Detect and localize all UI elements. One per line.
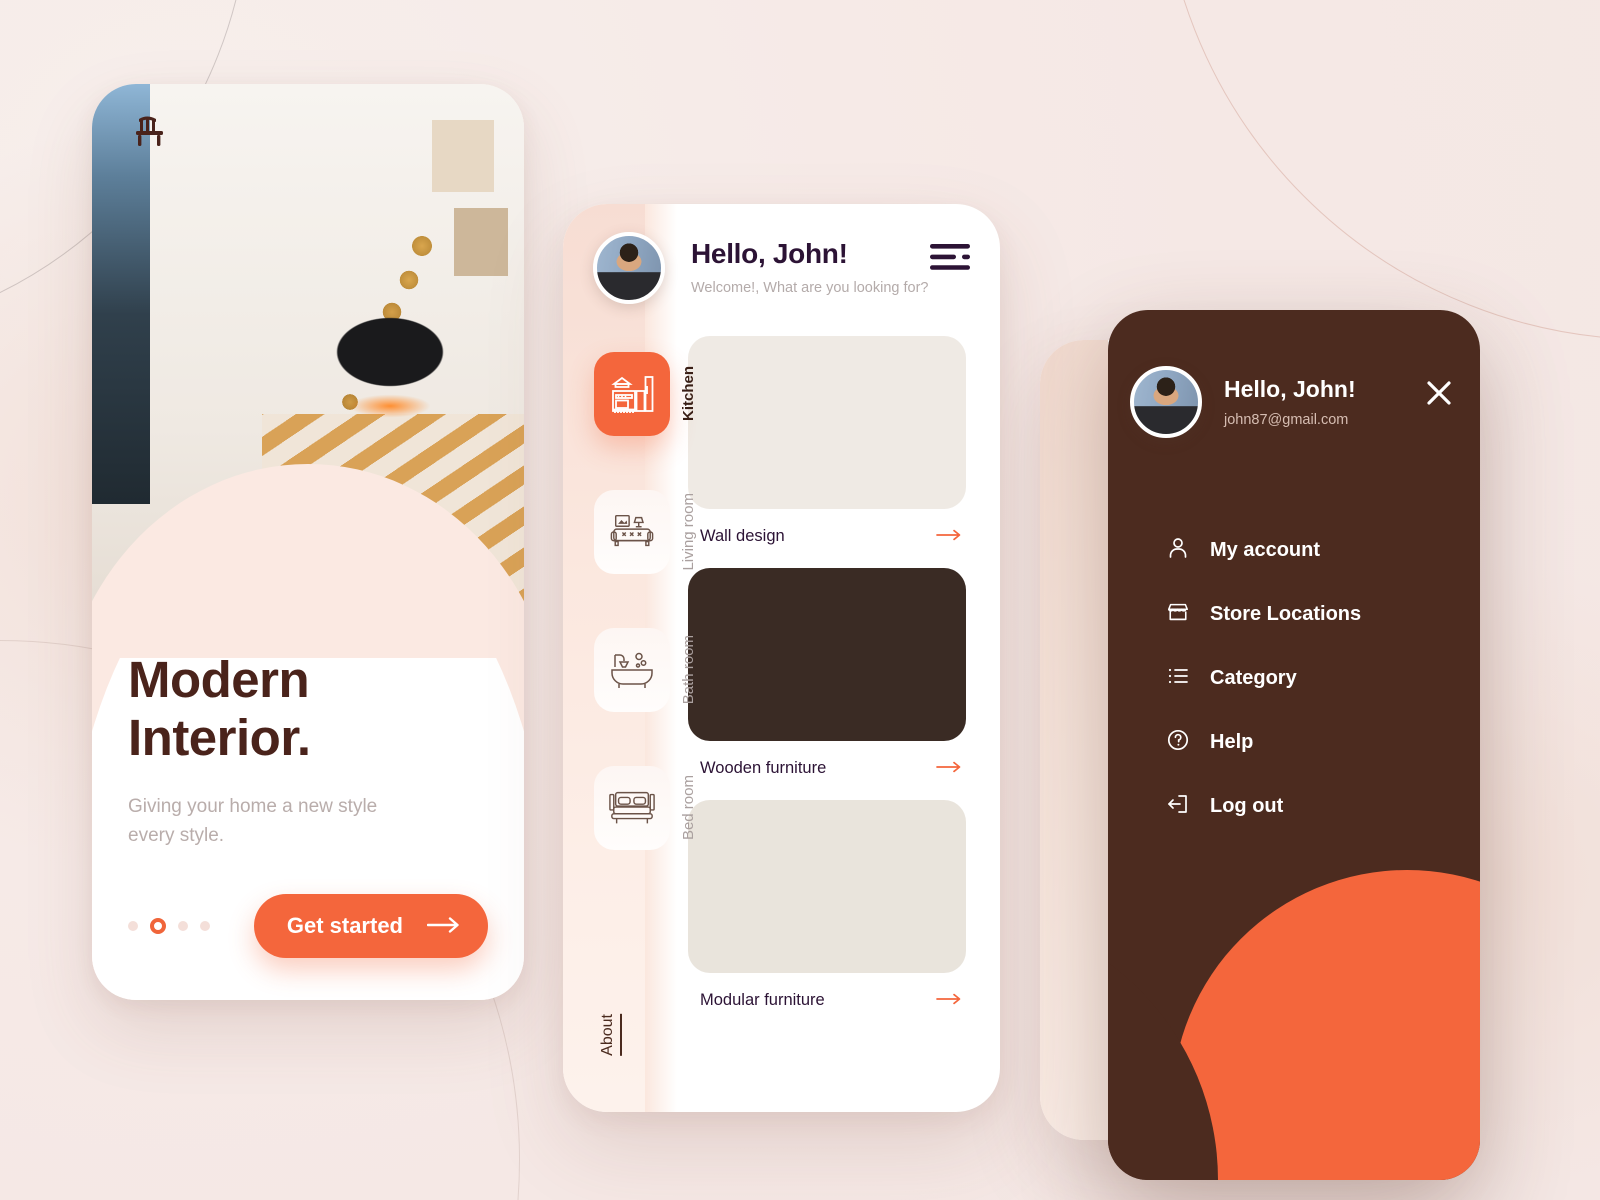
- onboarding-content: Modern Interior. Giving your home a new …: [92, 651, 524, 1000]
- arrow-right-icon[interactable]: [936, 528, 962, 546]
- close-icon[interactable]: [1426, 380, 1452, 411]
- avatar[interactable]: [593, 232, 665, 304]
- card-title: Modular furniture: [700, 991, 825, 1009]
- category-item-kitchen[interactable]: Kitchen: [563, 352, 697, 436]
- sofa-icon: [594, 490, 670, 574]
- drawer-user-name: Hello, John!: [1224, 376, 1356, 402]
- sidebar-item-label: Category: [1210, 667, 1297, 689]
- list-icon: [1166, 664, 1190, 693]
- category-label-living-room: Living room: [680, 493, 697, 571]
- drawer-orange-circle: [1172, 870, 1480, 1180]
- card-title: Wall design: [700, 527, 785, 545]
- kitchen-icon: [594, 352, 670, 436]
- onboarding-hero-image: [92, 84, 524, 658]
- drawer-nav-list: My account Store Locations Category Help…: [1108, 536, 1480, 821]
- get-started-label: Get started: [286, 913, 403, 938]
- sidebar-item-help[interactable]: Help: [1166, 728, 1480, 757]
- page-subtitle: Giving your home a new style every style…: [128, 796, 378, 846]
- phone-screen-home: Hello, John! Welcome!, What are you look…: [563, 204, 1000, 1112]
- category-item-living-room[interactable]: Living room: [563, 490, 697, 574]
- person-icon: [1166, 536, 1190, 565]
- question-circle-icon: [1166, 728, 1190, 757]
- arrow-right-icon: [426, 913, 461, 939]
- pagination-dot-4[interactable]: [200, 921, 210, 931]
- avatar[interactable]: [1130, 366, 1202, 438]
- greeting-title: Hello, John!: [691, 238, 848, 269]
- card-image-wooden-furniture: [688, 568, 966, 741]
- phone-screen-onboarding: Modern Interior. Giving your home a new …: [92, 84, 524, 1000]
- home-body: Kitchen Living room Bath room Bed room A…: [563, 336, 1000, 1112]
- category-label-kitchen: Kitchen: [680, 366, 697, 422]
- list-item[interactable]: Wall design: [688, 336, 966, 546]
- greeting-block: Hello, John! Welcome!, What are you look…: [691, 232, 930, 296]
- sidebar-item-log-out[interactable]: Log out: [1166, 792, 1480, 821]
- category-item-bath-room[interactable]: Bath room: [563, 628, 697, 712]
- bed-icon: [594, 766, 670, 850]
- sidebar-item-label: Store Locations: [1210, 603, 1362, 625]
- pagination-dot-3[interactable]: [178, 921, 188, 931]
- page-title-line2: Interior.: [128, 708, 311, 766]
- bathtub-icon: [594, 628, 670, 712]
- card-image-wall-design: [688, 336, 966, 509]
- phone-screen-drawer-menu: Hello, John! john87@gmail.com My account: [1108, 310, 1480, 1180]
- list-item[interactable]: Wooden furniture: [688, 568, 966, 778]
- category-rail: Kitchen Living room Bath room Bed room A…: [563, 336, 697, 1112]
- home-header: Hello, John! Welcome!, What are you look…: [563, 204, 1000, 304]
- sidebar-item-my-account[interactable]: My account: [1166, 536, 1480, 565]
- card-title: Wooden furniture: [700, 759, 827, 777]
- get-started-button[interactable]: Get started: [253, 894, 488, 958]
- pagination-dot-1[interactable]: [128, 921, 138, 931]
- hamburger-menu-icon[interactable]: [930, 244, 970, 275]
- pagination-dot-2-active[interactable]: [150, 918, 166, 934]
- category-label-bed-room: Bed room: [680, 775, 697, 841]
- page-title-line1: Modern: [128, 650, 310, 708]
- list-item[interactable]: Modular furniture: [688, 800, 966, 1010]
- sidebar-item-label: Log out: [1210, 795, 1284, 817]
- phone3-left-band: [1040, 340, 1108, 1140]
- sidebar-item-label: My account: [1210, 539, 1321, 561]
- onboarding-footer: Get started: [128, 894, 488, 1000]
- arrow-right-icon[interactable]: [936, 760, 962, 778]
- drawer-user-block: Hello, John! john87@gmail.com: [1224, 366, 1426, 428]
- sidebar-item-label: Help: [1210, 731, 1254, 753]
- chair-logo-icon: [136, 116, 170, 153]
- about-link[interactable]: About: [599, 1014, 622, 1056]
- card-image-modular-furniture: [688, 800, 966, 973]
- sidebar-item-category[interactable]: Category: [1166, 664, 1480, 693]
- arrow-right-icon[interactable]: [936, 992, 962, 1010]
- pagination-dots[interactable]: [128, 918, 210, 934]
- category-cards-list: Wall design Wooden furniture Modular fur…: [688, 336, 1000, 1112]
- category-label-bath-room: Bath room: [680, 635, 697, 705]
- greeting-subtitle: Welcome!, What are you looking for?: [691, 280, 929, 296]
- page-title: Modern Interior.: [128, 651, 488, 767]
- category-item-bed-room[interactable]: Bed room: [563, 766, 697, 850]
- store-icon: [1166, 600, 1190, 629]
- logout-icon: [1166, 792, 1190, 821]
- drawer-user-email: john87@gmail.com: [1224, 412, 1349, 428]
- sidebar-item-store-locations[interactable]: Store Locations: [1166, 600, 1480, 629]
- drawer-header: Hello, John! john87@gmail.com: [1108, 310, 1480, 438]
